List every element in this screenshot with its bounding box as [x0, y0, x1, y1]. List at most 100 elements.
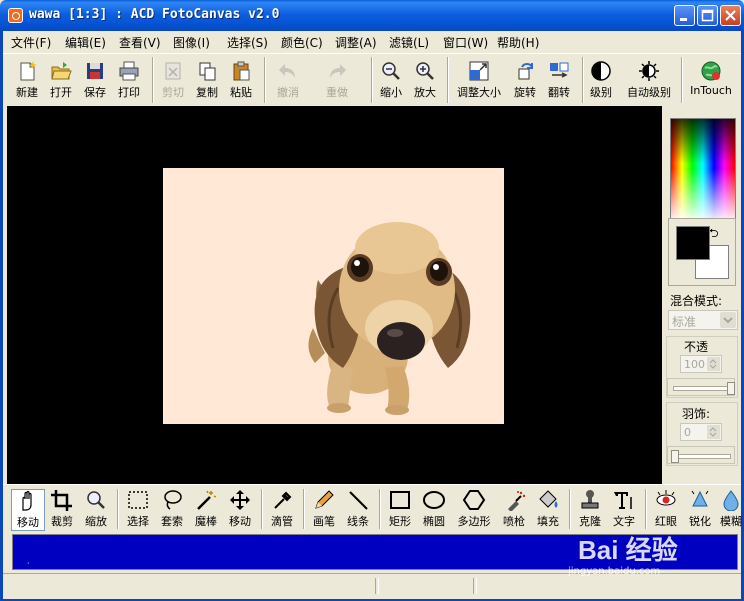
- menu-select[interactable]: 选择(S): [227, 34, 268, 51]
- tool-ellipse[interactable]: 椭圆: [418, 489, 450, 529]
- tool-eyedropper[interactable]: 滴管: [266, 489, 298, 529]
- tool-rectangle[interactable]: 矩形: [384, 489, 416, 529]
- copy-button[interactable]: 复制: [192, 60, 222, 100]
- tool-sharpen[interactable]: 锐化: [684, 489, 716, 529]
- menu-color[interactable]: 颜色(C): [281, 34, 323, 51]
- puppy-image: [308, 222, 471, 415]
- resize-button[interactable]: 调整大小: [454, 60, 504, 100]
- tool-lasso[interactable]: 套索: [156, 489, 188, 529]
- tool-fill[interactable]: 填充: [532, 489, 564, 529]
- menu-edit[interactable]: 编辑(E): [65, 34, 106, 51]
- close-button[interactable]: [720, 5, 741, 26]
- cut-button[interactable]: 剪切: [158, 60, 188, 100]
- levels-button[interactable]: 级别: [586, 60, 616, 100]
- airbrush-icon: [502, 489, 526, 512]
- menu-view[interactable]: 查看(V): [119, 34, 161, 51]
- magnifier-icon: [84, 489, 108, 511]
- tool-crop[interactable]: 裁剪: [46, 489, 78, 529]
- title-bar[interactable]: wawa [1:3] : ACD FotoCanvas v2.0: [0, 0, 744, 31]
- toolbar-separator: [152, 57, 154, 103]
- opacity-slider[interactable]: [667, 378, 735, 396]
- toolbar-separator: [371, 57, 373, 103]
- toolbar-separator: [264, 57, 266, 103]
- status-marker: ·: [27, 559, 30, 568]
- new-button[interactable]: 新建: [12, 60, 42, 100]
- menu-image[interactable]: 图像(I): [173, 34, 210, 51]
- open-button[interactable]: 打开: [46, 60, 76, 100]
- menu-window[interactable]: 窗口(W): [443, 34, 488, 51]
- tool-move-hand[interactable]: 移动: [11, 489, 45, 531]
- zoom-in-button[interactable]: 放大: [410, 60, 440, 100]
- feather-label: 羽饰:: [682, 407, 711, 421]
- print-button[interactable]: 打印: [114, 60, 144, 100]
- tool-pencil[interactable]: 画笔: [308, 489, 340, 529]
- auto-levels-button[interactable]: 自动级别: [622, 60, 676, 100]
- feather-slider-thumb[interactable]: [671, 450, 679, 463]
- undo-arrow-icon: [277, 60, 299, 82]
- menu-adjust[interactable]: 调整(A): [335, 34, 377, 51]
- minimize-button[interactable]: [674, 5, 695, 26]
- intouch-globe-icon: [700, 60, 722, 82]
- baidu-url: jingyan.baidu.com: [568, 566, 661, 577]
- blend-mode-select[interactable]: 标准: [668, 310, 738, 330]
- paste-clipboard-icon: [230, 60, 252, 82]
- chevron-down-icon: [720, 312, 736, 328]
- tool-red-eye[interactable]: 红眼: [650, 489, 682, 529]
- tool-airbrush[interactable]: 喷枪: [498, 489, 530, 529]
- feather-spinner[interactable]: 0: [680, 423, 722, 441]
- image-workspace[interactable]: [7, 106, 662, 484]
- blur-drop-icon: [719, 489, 743, 512]
- opacity-slider-thumb[interactable]: [727, 382, 735, 395]
- tool-magic-wand[interactable]: 魔棒: [190, 489, 222, 529]
- menu-help[interactable]: 帮助(H): [497, 34, 539, 51]
- cut-icon: [162, 60, 184, 82]
- flip-button[interactable]: 翻转: [544, 60, 574, 100]
- menu-bar: 文件(F) 编辑(E) 查看(V) 图像(I) 选择(S) 颜色(C) 调整(A…: [0, 31, 744, 53]
- tools-bar: 移动 裁剪 缩放 选择 套索 魔棒 移动 滴管 画笔 线条 矩形 椭圆 多边形 …: [3, 484, 744, 533]
- maximize-button[interactable]: [697, 5, 718, 26]
- intouch-button[interactable]: InTouch: [685, 60, 737, 97]
- rotate-button[interactable]: 旋转: [510, 60, 540, 100]
- foreground-color-swatch[interactable]: [676, 226, 710, 260]
- minimize-icon: [680, 18, 687, 21]
- tool-polygon[interactable]: 多边形: [454, 489, 494, 529]
- main-toolbar: 新建 打开 保存 打印 剪切 复制 粘贴 撤消 重做 缩小 放大 调整大小 旋转…: [3, 53, 741, 105]
- menu-filter[interactable]: 滤镜(L): [389, 34, 429, 51]
- tool-blur[interactable]: 模糊: [718, 489, 744, 529]
- tool-text[interactable]: 文字: [608, 489, 640, 529]
- toolbar-separator: [681, 57, 683, 103]
- toolbar-separator: [447, 57, 449, 103]
- color-spectrum-picker[interactable]: [670, 118, 736, 219]
- tool-select[interactable]: 选择: [122, 489, 154, 529]
- image-canvas[interactable]: [163, 168, 504, 424]
- zoom-in-icon: [414, 60, 436, 82]
- color-swatches: ⮌: [668, 218, 736, 286]
- opacity-label: 不透: [684, 340, 709, 354]
- save-button[interactable]: 保存: [80, 60, 110, 100]
- opacity-spinner[interactable]: 100: [680, 355, 722, 373]
- tool-line[interactable]: 线条: [342, 489, 374, 529]
- menu-file[interactable]: 文件(F): [11, 34, 51, 51]
- marquee-select-icon: [126, 489, 150, 511]
- redo-button[interactable]: 重做: [319, 60, 355, 100]
- tool-clone[interactable]: 克隆: [574, 489, 606, 529]
- text-tool-icon: [612, 489, 636, 511]
- rotate-icon: [514, 60, 536, 82]
- open-folder-icon: [50, 60, 72, 82]
- levels-icon: [590, 60, 612, 82]
- tool-move-selection[interactable]: 移动: [224, 489, 256, 529]
- feather-slider[interactable]: [667, 446, 735, 464]
- lasso-icon: [160, 489, 184, 511]
- red-eye-icon: [654, 489, 678, 511]
- maximize-icon: [701, 9, 714, 22]
- zoom-out-button[interactable]: 缩小: [376, 60, 406, 100]
- swap-colors-icon[interactable]: ⮌: [709, 224, 719, 245]
- tool-zoom[interactable]: 缩放: [80, 489, 112, 529]
- undo-button[interactable]: 撤消: [270, 60, 306, 100]
- paste-button[interactable]: 粘贴: [226, 60, 256, 100]
- color-panel: ⮌ 混合模式: 标准 不透 100 羽饰: 0: [663, 106, 741, 484]
- save-disk-icon: [84, 60, 106, 82]
- app-icon[interactable]: [8, 8, 23, 23]
- baidu-watermark: Bai 经验 jingyan.baidu.com: [568, 530, 678, 577]
- eyedropper-icon: [270, 489, 294, 511]
